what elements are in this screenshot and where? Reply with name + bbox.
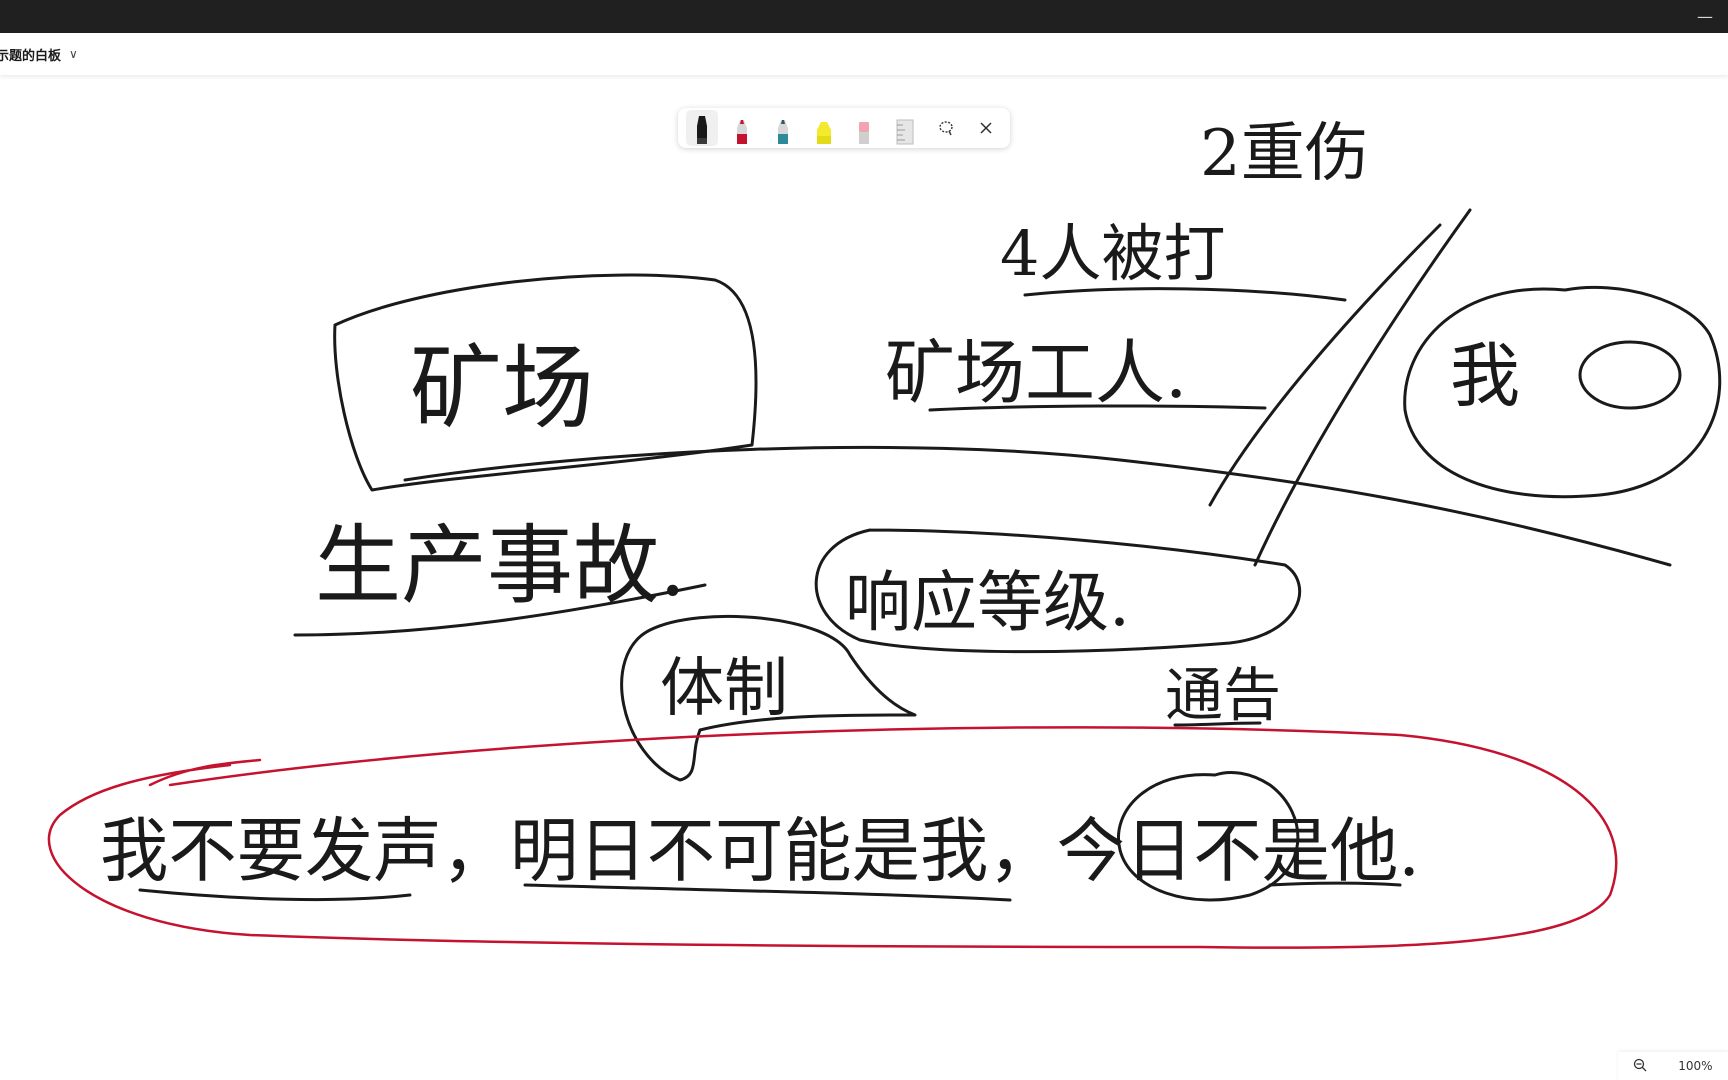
yellow-highlighter-tool[interactable] (808, 110, 840, 146)
black-pen-tool[interactable] (686, 110, 718, 146)
ink-text-accident: 生产事故. (315, 516, 686, 616)
ink-text-heavy-injury: 2重伤 (1200, 117, 1369, 191)
ink-text-response-level: 响应等级. (845, 564, 1130, 641)
whiteboard-canvas[interactable]: 2重伤 4人被打 矿场 矿场工人. 我 生产事故. 响应等级. 体制 通告 我不… (0, 75, 1728, 1080)
ink-text-me: 我 (1450, 335, 1520, 417)
highlighter-icon (816, 122, 831, 144)
window-titlebar: — (0, 0, 1728, 33)
red-pen-icon (737, 120, 748, 144)
ruler-icon (896, 119, 914, 145)
ink-underline-four (1023, 287, 1347, 302)
board-title: 示题的白板 (0, 48, 62, 64)
ink-text-mine-workers: 矿场工人. (885, 332, 1187, 414)
eraser-icon (859, 122, 870, 144)
teal-pen-icon (778, 120, 789, 144)
minimize-button[interactable]: — (1682, 0, 1728, 33)
close-icon (980, 122, 992, 134)
chevron-down-icon: ∨ (69, 47, 78, 61)
ink-slash-1 (1253, 208, 1472, 567)
black-pen-icon (696, 116, 707, 144)
ink-text-notice: 通告 (1165, 661, 1281, 729)
ink-layer: 2重伤 4人被打 矿场 矿场工人. 我 生产事故. 响应等级. 体制 通告 我不… (47, 117, 1722, 949)
lasso-select-button[interactable] (930, 112, 962, 144)
teal-pen-tool[interactable] (767, 110, 799, 146)
lasso-icon (938, 121, 953, 136)
close-toolbar-button[interactable] (970, 112, 1002, 144)
ink-text-four-beaten: 4人被打 (1000, 217, 1225, 290)
ink-slash-2 (1208, 223, 1442, 507)
ink-toolbar (678, 108, 1010, 148)
ink-text-body: 体制 (660, 652, 788, 726)
zoom-out-icon[interactable] (1633, 1058, 1647, 1075)
ink-text-mine: 矿场 (410, 335, 594, 442)
zoom-level: 100% (1678, 1059, 1713, 1073)
eraser-tool[interactable] (849, 110, 881, 146)
red-pen-tool[interactable] (727, 110, 759, 146)
board-title-dropdown[interactable]: 示题的白板 ∨ (0, 45, 78, 64)
ruler-tool[interactable] (889, 110, 921, 146)
ink-zero-circle (1578, 340, 1682, 410)
zoom-control: 100% (1618, 1052, 1728, 1080)
app-header: 示题的白板 ∨ (0, 33, 1728, 75)
ink-text-statement: 我不要发声，明日不可能是我，今日不是他. (100, 810, 1420, 892)
minimize-icon: — (1697, 7, 1713, 26)
